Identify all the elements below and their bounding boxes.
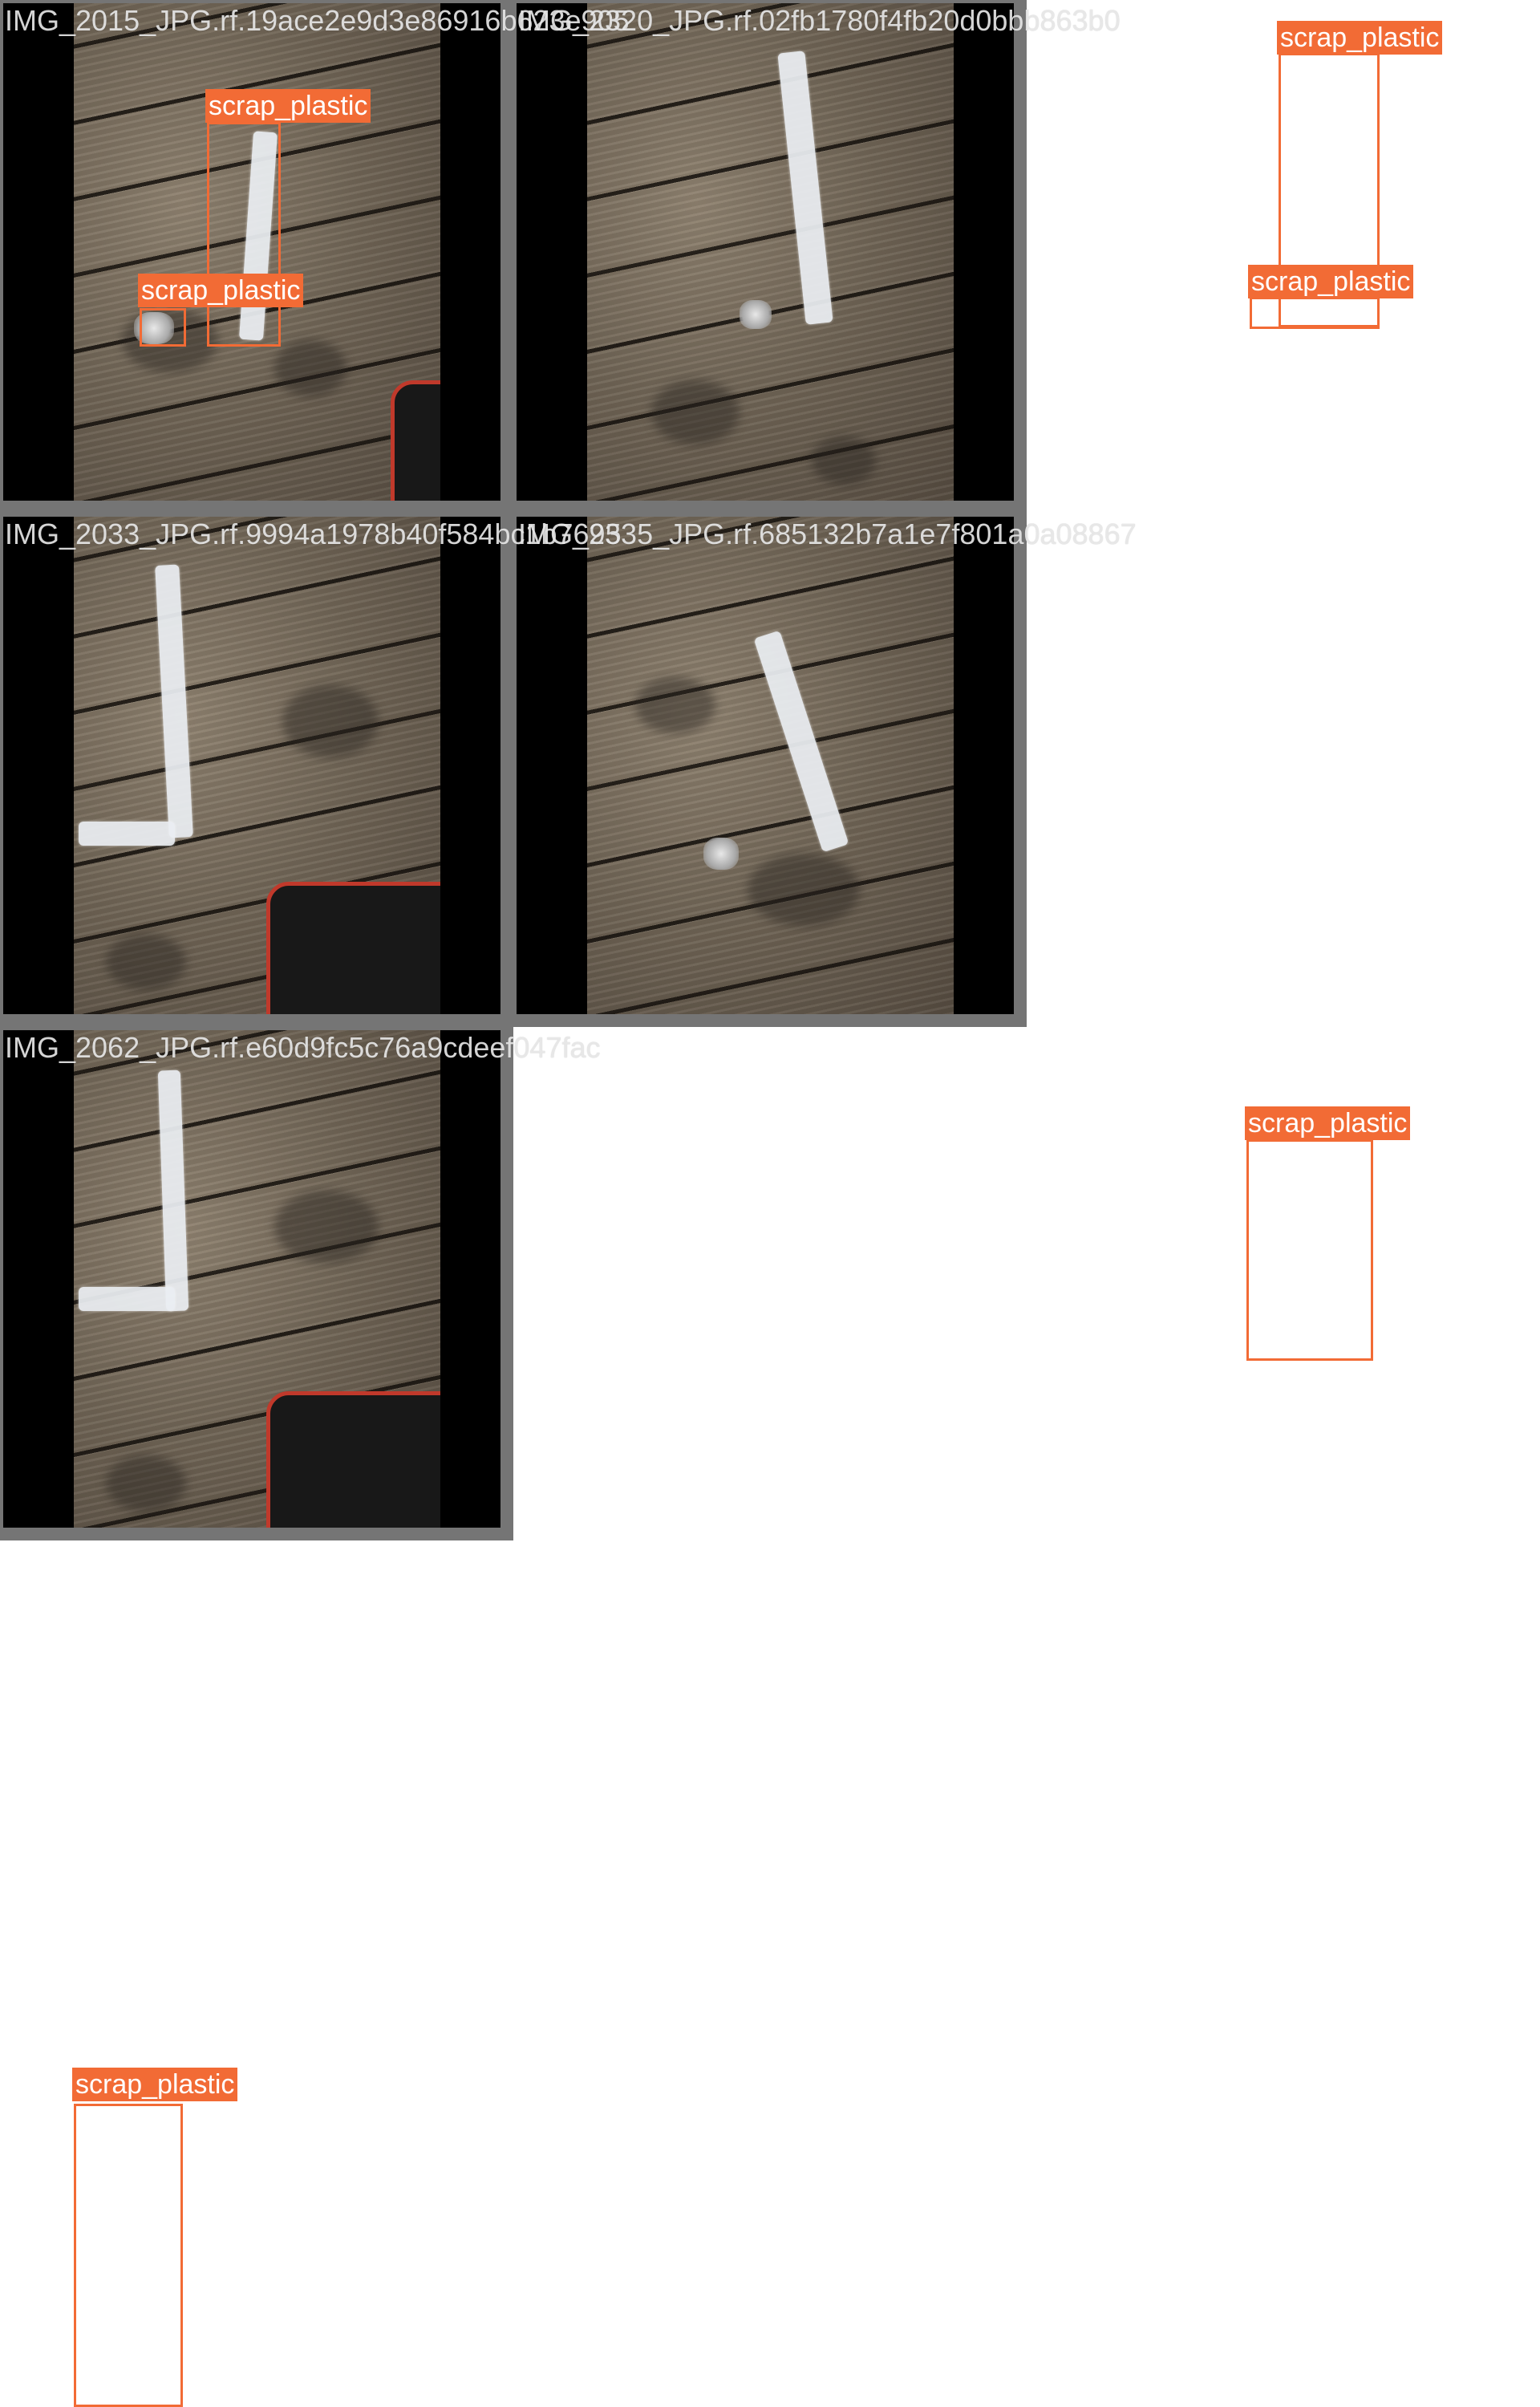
image-tile-5: scrap_plastic	[0, 1027, 513, 2407]
image-tile-3: scrap_plastic	[0, 513, 513, 1380]
detection-box	[74, 2104, 183, 2407]
wood-table-photo	[74, 517, 440, 1014]
image-tile-1: scrap_plastic scrap_plastic	[0, 0, 513, 513]
wood-table-photo	[587, 3, 954, 501]
image-tile-4: scrap_plastic	[513, 513, 1411, 1361]
image-frame	[3, 1030, 500, 1528]
detection-box	[207, 122, 281, 347]
image-filename: IMG_2320_JPG.rf.02fb1780f4fb20d0bbb863b0	[518, 4, 1121, 37]
detection-label: scrap_plastic	[1277, 21, 1443, 55]
image-frame	[517, 3, 1014, 501]
detection-label: scrap_plastic	[1248, 265, 1414, 298]
detection-box	[1246, 1139, 1373, 1361]
detection-label: scrap_plastic	[138, 274, 304, 307]
image-frame	[517, 517, 1014, 1014]
detection-box	[1250, 297, 1380, 329]
wood-table-photo	[74, 1030, 440, 1528]
image-filename: IMG_2335_JPG.rf.685132b7a1e7f801a0a08867	[518, 518, 1137, 550]
wood-table-photo	[587, 517, 954, 1014]
detection-box	[140, 308, 186, 347]
detection-label: scrap_plastic	[72, 2068, 238, 2101]
image-filename: IMG_2062_JPG.rf.e60d9fc5c76a9cdeef047fac	[5, 1031, 601, 1064]
detection-label: scrap_plastic	[1245, 1106, 1411, 1140]
detection-label: scrap_plastic	[205, 89, 371, 123]
image-frame	[3, 517, 500, 1014]
image-tile-2: scrap_plastic scrap_plastic	[513, 0, 1443, 513]
